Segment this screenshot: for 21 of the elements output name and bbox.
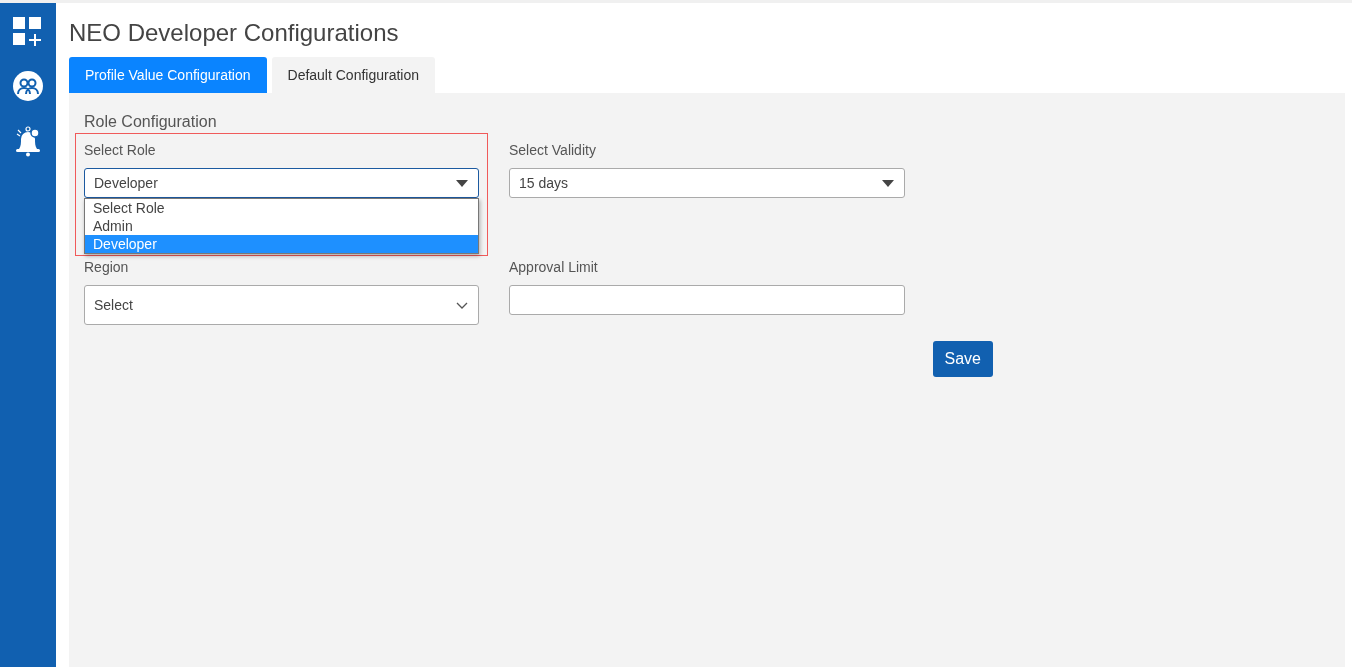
field-label: Select Role	[84, 142, 157, 158]
role-select[interactable]: Developer	[84, 168, 479, 198]
region-select[interactable]: Select	[84, 285, 479, 325]
caret-icon	[882, 179, 894, 187]
field-label: Approval Limit	[509, 259, 599, 275]
section-title: Role Configuration	[84, 113, 218, 131]
bell-icon[interactable]	[15, 125, 41, 157]
validity-select[interactable]: 15 days	[509, 168, 905, 198]
apps-add-icon[interactable]	[13, 17, 43, 47]
field-label: Region	[84, 259, 130, 275]
tab[interactable]: Profile Value Configuration	[69, 57, 267, 93]
tab[interactable]: Default Configuration	[271, 57, 436, 93]
approval-limit-field[interactable]	[509, 285, 905, 315]
users-icon[interactable]	[13, 71, 43, 101]
caret-icon	[456, 179, 468, 187]
dropdown-option[interactable]: Select Role	[85, 199, 478, 217]
field-label: Select Validity	[509, 142, 597, 158]
dropdown-option[interactable]: Admin	[85, 217, 478, 235]
chevron-icon	[456, 301, 468, 309]
save-button[interactable]: Save	[932, 341, 993, 377]
page-title: NEO Developer Configurations	[69, 19, 400, 47]
